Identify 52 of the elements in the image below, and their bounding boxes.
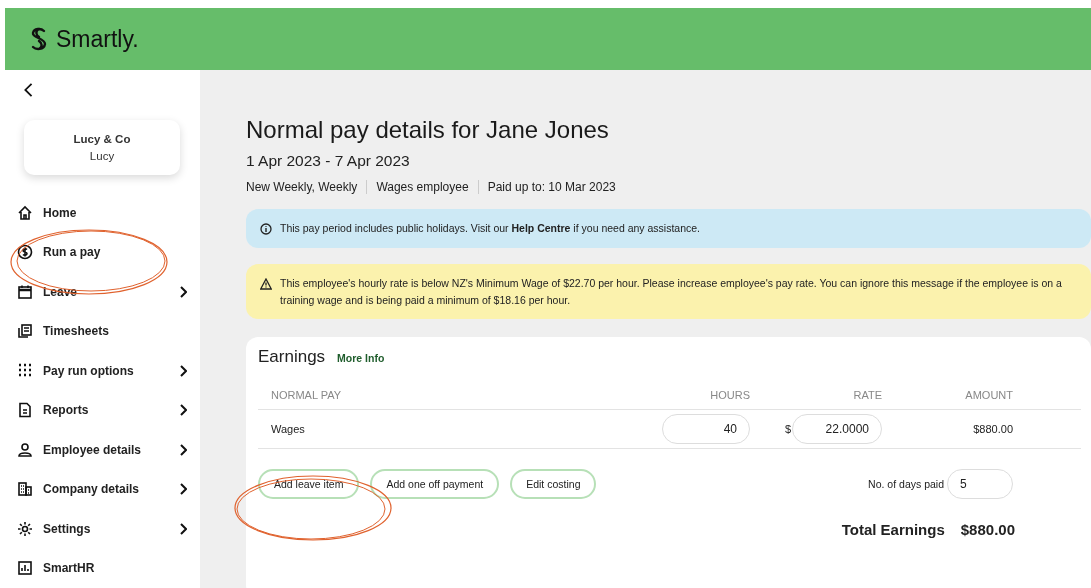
document-icon (17, 402, 33, 419)
back-icon[interactable] (22, 82, 34, 98)
logo-text: Smartly. (56, 25, 139, 53)
nav-item[interactable]: Home (17, 193, 187, 233)
nav-item[interactable]: Pay run options (17, 351, 187, 391)
column-header: RATE (853, 389, 882, 401)
table-cell-text: Wages (271, 423, 306, 435)
hours-field[interactable]: 40 (662, 414, 750, 444)
column-header: AMOUNT (965, 389, 1013, 401)
nav-item[interactable]: Company details (17, 469, 187, 509)
alert-text: This employee's hourly rate is below NZ's Minimum Wage of $22.70 per hour. Please increase employee's pay rate. You can ignore this message if the employee is on a training wage and is being paid a minimum of $18.16 per hour. (280, 276, 1063, 308)
nav-item[interactable]: Employee details (17, 430, 187, 470)
nav-item[interactable]: SmartHR (17, 548, 187, 588)
section-title: Earnings (258, 347, 326, 367)
dollar-icon (17, 244, 33, 261)
nav-item[interactable]: Reports (17, 390, 187, 430)
building-icon (17, 481, 33, 498)
total-value: $880.00 (960, 521, 1015, 538)
meta-text: Wages employee (366, 180, 478, 194)
currency-symbol: $ (784, 423, 791, 435)
nav-item[interactable]: Timesheets (17, 311, 187, 351)
table-cell: $880.00 (973, 423, 1013, 435)
column-header: HOURS (710, 389, 750, 401)
home-icon (17, 204, 33, 221)
field-label: No. of days paid (868, 478, 944, 490)
info-icon (260, 223, 272, 235)
warning-icon (260, 278, 272, 290)
page-title: Normal pay details for Jane Jones (246, 116, 610, 144)
gear-icon (17, 520, 33, 537)
logo-icon (29, 27, 49, 51)
more-info-link[interactable]: More Info (337, 352, 385, 364)
nav-item[interactable]: Settings (17, 509, 187, 549)
person-icon (17, 441, 33, 458)
alert-text: This pay period includes public holidays. Visit our Help Centre if you need any assistance. (280, 221, 701, 236)
action-button[interactable]: Edit costing (510, 469, 597, 499)
total-label: Total Earnings (841, 521, 945, 538)
user-name: Lucy (89, 150, 115, 162)
document-stack-icon (17, 323, 33, 340)
pay-period: 1 Apr 2023 - 7 Apr 2023 (246, 152, 411, 170)
company-name: Lucy & Co (73, 133, 131, 145)
calendar-icon (17, 283, 33, 300)
column-header: NORMAL PAY (271, 389, 343, 401)
days-field[interactable]: 5 (947, 469, 1013, 499)
action-button[interactable]: Add leave item (258, 469, 360, 499)
rate-field[interactable]: 22.0000 (792, 414, 882, 444)
action-button[interactable]: Add one off payment (370, 469, 500, 499)
company-card[interactable]: Lucy & Co Lucy (24, 119, 180, 175)
grid-icon (17, 362, 33, 379)
meta-text: Paid up to: 10 Mar 2023 (477, 180, 625, 194)
nav-item[interactable]: Run a pay (17, 232, 187, 272)
meta-text: New Weekly, Weekly (246, 180, 359, 194)
chart-icon (17, 560, 33, 577)
